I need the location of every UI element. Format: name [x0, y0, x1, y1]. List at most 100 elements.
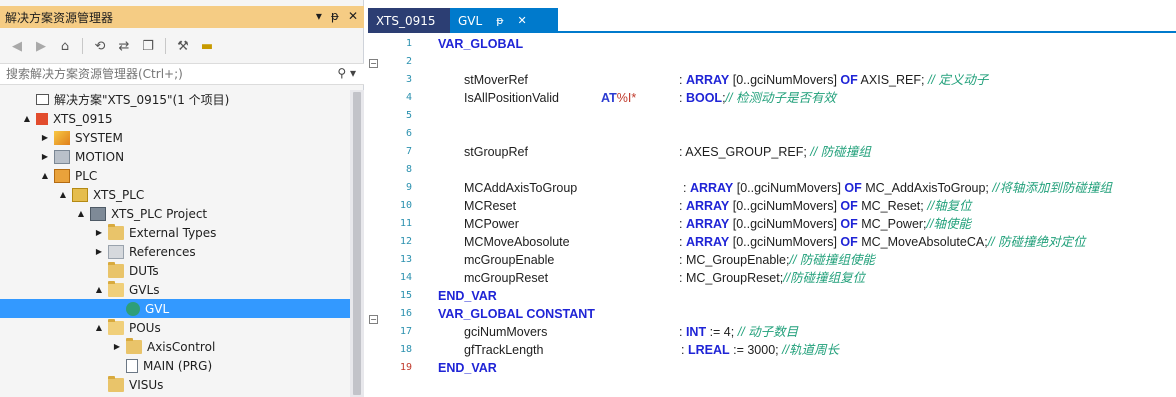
keyword: OF	[840, 235, 858, 249]
solution-search-box[interactable]: ⚲ ▾	[0, 63, 364, 85]
sync-icon[interactable]: ⇄	[115, 37, 133, 55]
code-area[interactable]: VAR_GLOBAL stMoverRef : ARRAY [0..gciNum…	[438, 35, 1176, 397]
fold-toggle-icon[interactable]: −	[369, 59, 378, 68]
tree-item[interactable]: GVL	[0, 299, 350, 318]
collapse-all-icon[interactable]: ▬	[198, 37, 216, 55]
collapsed-arrow-icon[interactable]: ▶	[94, 228, 104, 237]
gvl-icon	[126, 301, 140, 316]
pin-icon[interactable]: ᵽ	[331, 8, 339, 24]
tree-item[interactable]: VISUs	[0, 375, 350, 394]
folder-icon	[108, 375, 124, 392]
code-line: stGroupRef : AXES_GROUP_REF; // 防碰撞组	[438, 143, 1176, 161]
code-line: VAR_GLOBAL CONSTANT	[438, 305, 1176, 323]
toolbar-divider	[165, 38, 166, 54]
variable-name: gciNumMovers	[464, 325, 548, 339]
type-name: MC_Power;	[857, 217, 927, 231]
declaration: : MC_GroupReset;//防碰撞组复位	[679, 269, 865, 287]
declaration: : ARRAY [0..gciNumMovers] OF MC_Power;//…	[679, 215, 971, 233]
declaration: : BOOL;// 检测动子是否有效	[679, 89, 836, 107]
tree-item[interactable]: ▶ External Types	[0, 223, 350, 242]
colon: :	[679, 199, 686, 213]
tree-item[interactable]: ▲ POUs	[0, 318, 350, 337]
solution-icon	[36, 94, 49, 105]
value: := 3000;	[729, 343, 783, 357]
tree-item[interactable]: ▲ GVLs	[0, 280, 350, 299]
tree-item-label: AxisControl	[147, 339, 216, 354]
comment: //防碰撞组复位	[783, 271, 866, 285]
pin-icon[interactable]: ᵽ	[496, 14, 503, 27]
expanded-arrow-icon[interactable]: ▲	[94, 323, 104, 332]
tree-item[interactable]: MAIN (PRG)	[0, 356, 350, 375]
tree-item[interactable]: 解决方案"XTS_0915"(1 个项目)	[0, 90, 350, 109]
code-line: MCAddAxisToGroup : ARRAY [0..gciNumMover…	[438, 179, 1176, 197]
solution-search-input[interactable]	[0, 64, 320, 84]
code-line: mcGroupReset : MC_GroupReset;//防碰撞组复位	[438, 269, 1176, 287]
tree-item[interactable]: ▲ XTS_PLC	[0, 185, 350, 204]
code-line: MCPower : ARRAY [0..gciNumMovers] OF MC_…	[438, 215, 1176, 233]
declaration: : LREAL := 3000; //轨道周长	[681, 341, 839, 359]
home-icon[interactable]: ⌂	[56, 37, 74, 55]
tree-item[interactable]: ▲ XTS_0915	[0, 109, 350, 128]
variable-name: mcGroupReset	[464, 271, 549, 285]
expanded-arrow-icon[interactable]: ▲	[58, 190, 68, 199]
folder-open-icon	[108, 280, 124, 297]
tree-item[interactable]: ▶ MOTION	[0, 147, 350, 166]
declaration: : INT := 4; // 动子数目	[679, 323, 798, 341]
declaration: : ARRAY [0..gciNumMovers] OF MC_Reset; /…	[679, 197, 972, 215]
back-icon[interactable]: ◀	[8, 37, 26, 55]
expanded-arrow-icon[interactable]: ▲	[22, 114, 32, 123]
code-line: gciNumMovers : INT := 4; // 动子数目	[438, 323, 1176, 341]
folder-icon	[108, 223, 124, 240]
tree-item[interactable]: ▶ References	[0, 242, 350, 261]
copy-icon[interactable]: ❐	[139, 37, 157, 55]
tree-item[interactable]: ▲ XTS_PLC Project	[0, 204, 350, 223]
tree-item-label: VISUs	[129, 377, 164, 392]
comment: //轴复位	[927, 199, 972, 213]
tree-item[interactable]: ▲ PLC	[0, 166, 350, 185]
keyword: INT	[685, 325, 707, 339]
history-icon[interactable]: ⟲	[91, 37, 109, 55]
tree-item[interactable]: ▶ SYSTEM	[0, 128, 350, 147]
expanded-arrow-icon[interactable]: ▲	[76, 209, 86, 218]
solution-explorer-toolbar: ◀ ▶ ⌂ ⟲ ⇄ ❐ ⚒ ▬	[0, 32, 364, 60]
tree-item[interactable]: DUTs	[0, 261, 350, 280]
scrollbar-thumb[interactable]	[353, 92, 361, 395]
keyword: AT	[601, 91, 617, 105]
collapsed-arrow-icon[interactable]: ▶	[40, 133, 50, 142]
tab-label: XTS_0915	[376, 13, 436, 28]
expanded-arrow-icon[interactable]: ▲	[40, 171, 50, 180]
comment: //将轴添加到防碰撞组	[992, 181, 1112, 195]
expanded-arrow-icon[interactable]: ▲	[94, 285, 104, 294]
code-editor: XTS_0915 GVL ᵽ ✕ − − 1 2 3 4 5 6 7 8 9 10 11 12 13 14…	[368, 0, 1176, 397]
line-number: 5	[405, 110, 412, 121]
close-icon[interactable]: ✕	[348, 8, 358, 24]
collapsed-arrow-icon[interactable]: ▶	[40, 152, 50, 161]
tree-item-label: POUs	[129, 320, 161, 335]
type-name: MC_MoveAbsoluteCA;	[857, 235, 988, 249]
keyword: LREAL	[687, 343, 730, 357]
tree-item[interactable]: ▶ AxisControl	[0, 337, 350, 356]
dropdown-arrow-icon[interactable]: ▾	[316, 8, 322, 24]
line-number: 2	[405, 56, 412, 67]
keyword: ARRAY	[685, 73, 730, 87]
line-number: 1	[405, 38, 412, 49]
at-declaration: AT%I*	[601, 89, 636, 107]
solution-explorer-title: 解决方案资源管理器	[5, 11, 114, 25]
type-name: : MC_GroupReset;	[679, 271, 784, 285]
variable-name: MCMoveAbosolute	[464, 235, 570, 249]
colon: :	[679, 91, 686, 105]
tree-item-label: SYSTEM	[75, 130, 123, 145]
folder-icon	[126, 337, 142, 354]
search-icon[interactable]: ⚲ ▾	[337, 66, 356, 80]
collapsed-arrow-icon[interactable]: ▶	[94, 247, 104, 256]
comment: // 防碰撞组	[806, 145, 871, 159]
tab-xts-0915[interactable]: XTS_0915	[368, 8, 450, 33]
declaration: : MC_GroupEnable;// 防碰撞组使能	[679, 251, 875, 269]
forward-icon[interactable]: ▶	[32, 37, 50, 55]
close-icon[interactable]: ✕	[518, 14, 527, 27]
tab-gvl[interactable]: GVL ᵽ ✕	[450, 8, 558, 33]
properties-wrench-icon[interactable]: ⚒	[174, 37, 192, 55]
fold-toggle-icon[interactable]: −	[369, 315, 378, 324]
tree-item-label: XTS_PLC	[93, 187, 145, 202]
collapsed-arrow-icon[interactable]: ▶	[112, 342, 122, 351]
